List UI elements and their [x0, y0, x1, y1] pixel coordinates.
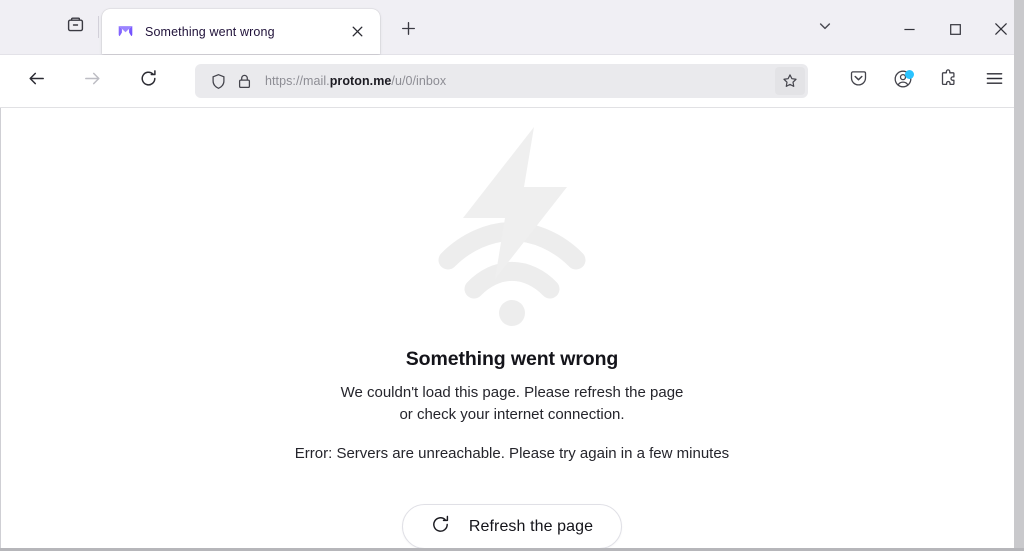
firefox-view-icon — [67, 16, 84, 38]
toolbar-right-buttons — [830, 64, 1013, 98]
minimize-button[interactable] — [886, 9, 932, 54]
refresh-page-button[interactable]: Refresh the page — [401, 504, 623, 549]
error-subtitle: We couldn't load this page. Please refre… — [340, 384, 684, 423]
pocket-icon — [849, 69, 868, 93]
chevron-down-icon — [818, 19, 832, 38]
wifi-disconnected-icon — [422, 120, 602, 330]
browser-tab[interactable]: Something went wrong — [102, 9, 380, 54]
url-bar[interactable]: https://mail.proton.me/u/0/inbox — [195, 64, 808, 98]
arrow-right-icon — [83, 69, 102, 93]
navigation-toolbar: https://mail.proton.me/u/0/inbox — [0, 55, 1024, 108]
shield-icon[interactable] — [205, 68, 231, 94]
minimize-icon — [903, 23, 916, 41]
list-all-tabs-button[interactable] — [808, 12, 842, 44]
tab-title: Something went wrong — [145, 24, 275, 39]
plus-icon — [401, 21, 416, 41]
url-scheme: https://mail. — [265, 74, 330, 88]
reload-icon — [139, 69, 158, 93]
firefox-view-button[interactable] — [55, 10, 95, 44]
proton-mail-icon — [116, 23, 134, 41]
browser-window: Something went wrong https://mail.proton… — [0, 0, 1024, 551]
maximize-icon — [949, 23, 962, 41]
url-text: https://mail.proton.me/u/0/inbox — [262, 74, 775, 88]
window-controls — [886, 9, 1024, 54]
close-icon — [994, 22, 1008, 41]
tab-close-button[interactable] — [344, 19, 370, 45]
bookmark-star-icon[interactable] — [775, 67, 805, 95]
url-host: proton.me — [329, 74, 392, 88]
error-detail: Error: Servers are unreachable. Please t… — [294, 445, 730, 462]
tabstrip-divider — [98, 16, 99, 38]
extensions-button[interactable] — [931, 64, 965, 98]
new-tab-button[interactable] — [393, 16, 423, 46]
pocket-button[interactable] — [841, 64, 875, 98]
account-notification-badge — [905, 70, 914, 79]
error-title: Something went wrong — [405, 348, 619, 370]
tab-strip: Something went wrong — [0, 0, 1024, 55]
refresh-icon — [431, 515, 450, 539]
lock-icon[interactable] — [231, 68, 257, 94]
application-menu-button[interactable] — [977, 64, 1011, 98]
account-button[interactable] — [886, 64, 920, 98]
back-button[interactable] — [19, 64, 53, 98]
forward-button — [75, 64, 109, 98]
reload-button[interactable] — [131, 64, 165, 98]
maximize-button[interactable] — [932, 9, 978, 54]
close-button[interactable] — [978, 9, 1024, 54]
extensions-icon — [939, 69, 958, 93]
menu-icon — [985, 69, 1004, 93]
arrow-left-icon — [27, 69, 46, 93]
url-path: /u/0/inbox — [391, 74, 447, 88]
refresh-page-label: Refresh the page — [468, 517, 594, 535]
page-content: Something went wrong We couldn't load th… — [0, 108, 1024, 551]
